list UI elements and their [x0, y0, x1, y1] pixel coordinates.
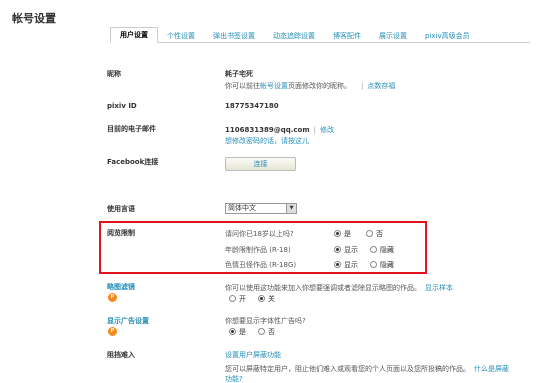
- r18g-show-radio[interactable]: [334, 261, 341, 268]
- language-select[interactable]: 简体中文 ▼: [225, 203, 297, 214]
- ad-no-label: 否: [268, 328, 275, 336]
- show-sample-link[interactable]: 显示样本: [425, 284, 453, 292]
- email-label: 目前的电子邮件: [107, 125, 156, 133]
- tab-popup-bookmark[interactable]: 弹出书签设置: [204, 29, 264, 43]
- account-settings-link[interactable]: 帐号设置: [260, 82, 288, 90]
- premium-badge-icon: P: [108, 327, 117, 336]
- r18g-hide-label: 隐藏: [380, 261, 394, 269]
- adult-no-radio[interactable]: [366, 230, 373, 237]
- nickname-hint-suffix: 页面修改你的昵称。: [288, 82, 351, 90]
- register-points-link[interactable]: 点数存福: [367, 82, 395, 90]
- r18-hide-option[interactable]: 隐藏: [370, 245, 394, 255]
- block-users-setup-link[interactable]: 设置用户屏蔽功能: [225, 350, 281, 360]
- email-edit-link[interactable]: 修改: [320, 126, 334, 134]
- change-password-link[interactable]: 想修改密码的话，请按这儿: [225, 136, 309, 146]
- filter-off-radio[interactable]: [258, 295, 265, 302]
- r18-show-option[interactable]: 显示: [334, 245, 358, 255]
- nickname-value: 耗子宅死: [225, 70, 253, 78]
- tab-personal-settings[interactable]: 个性设置: [158, 29, 204, 43]
- adult-no-option[interactable]: 否: [366, 229, 383, 239]
- block-users-text: 您可以屏蔽特定用户，阻止他们难入或观看您的个人页面以及您所投稿的作品。 什么是屏蔽: [225, 364, 509, 374]
- language-selected-value: 简体中文: [228, 204, 256, 212]
- thumbnail-filter-desc: 你可以使用这功能来加入你想要强调或者滤除显示略图的作品。: [225, 284, 421, 292]
- r18g-question: 色情丑怪作品 (R-18G): [225, 261, 297, 269]
- block-users-desc: 您可以屏蔽特定用户，阻止他们难入或观看您的个人页面以及您所投稿的作品。: [225, 365, 470, 373]
- r18-hide-label: 隐藏: [380, 246, 394, 254]
- content-restriction-label: 阅览限制: [107, 229, 135, 237]
- premium-badge-icon: P: [108, 293, 117, 302]
- nickname-hint-prefix: 你可以前往: [225, 82, 260, 90]
- email-separator: |: [313, 126, 316, 134]
- adult-yes-option[interactable]: 是: [334, 229, 351, 239]
- filter-on-option[interactable]: 开: [229, 294, 246, 304]
- block-users-label: 阻挡难入: [107, 351, 135, 359]
- pixiv-id-label: pixiv ID: [107, 102, 137, 110]
- language-label: 使用言语: [107, 205, 135, 213]
- adult-question: 请问你已18岁以上吗?: [225, 230, 294, 238]
- r18-question: 年龄限制作品 (R-18): [225, 246, 291, 254]
- filter-on-label: 开: [239, 295, 246, 303]
- tab-user-settings[interactable]: 用户设置: [110, 27, 158, 43]
- nickname-separator: |: [361, 82, 364, 90]
- filter-on-radio[interactable]: [229, 295, 236, 302]
- r18g-show-label: 显示: [344, 261, 358, 269]
- r18g-hide-option[interactable]: 隐藏: [370, 260, 394, 270]
- ad-display-text: 你想要显示字体性广告吗?: [225, 317, 306, 325]
- adult-yes-label: 是: [344, 230, 351, 238]
- page-title: 帐号设置: [12, 12, 56, 25]
- what-is-block-link[interactable]: 什么是屏蔽: [474, 365, 509, 373]
- r18-show-radio[interactable]: [334, 246, 341, 253]
- ad-no-radio[interactable]: [258, 328, 265, 335]
- r18g-show-option[interactable]: 显示: [334, 260, 358, 270]
- chevron-down-icon[interactable]: ▼: [286, 204, 296, 213]
- filter-off-option[interactable]: 关: [258, 294, 275, 304]
- what-is-block-link-2[interactable]: 功能?: [225, 374, 243, 383]
- thumbnail-filter-text: 你可以使用这功能来加入你想要强调或者滤除显示略图的作品。 显示样本: [225, 283, 453, 293]
- ad-display-label[interactable]: 显示广告设置: [107, 316, 149, 326]
- email-value: 1106831389@qq.com: [225, 126, 310, 134]
- ad-yes-option[interactable]: 是: [229, 327, 246, 337]
- tab-activity-tracking[interactable]: 动态追踪设置: [264, 29, 324, 43]
- nickname-hint: 你可以前往帐号设置页面修改你的昵称。 | 点数存福: [225, 81, 395, 91]
- adult-no-label: 否: [376, 230, 383, 238]
- ad-no-option[interactable]: 否: [258, 327, 275, 337]
- tabs-divider: [110, 42, 530, 43]
- settings-tabs: 用户设置 个性设置 弹出书签设置 动态追踪设置 博客配件 展示设置 pixiv高…: [110, 27, 479, 43]
- ad-yes-radio[interactable]: [229, 328, 236, 335]
- r18-show-label: 显示: [344, 246, 358, 254]
- filter-off-label: 关: [268, 295, 275, 303]
- tab-pixiv-premium[interactable]: pixiv高级会员: [416, 29, 479, 43]
- email-row: 1106831389@qq.com | 修改: [225, 125, 334, 135]
- tab-blog-parts[interactable]: 博客配件: [324, 29, 370, 43]
- r18g-hide-radio[interactable]: [370, 261, 377, 268]
- r18-hide-radio[interactable]: [370, 246, 377, 253]
- pixiv-id-value: 18775347180: [225, 102, 279, 110]
- nickname-label: 昵称: [107, 70, 121, 78]
- facebook-connect-button[interactable]: 连接: [225, 157, 296, 171]
- facebook-label: Facebook连接: [107, 158, 159, 166]
- thumbnail-filter-label[interactable]: 略图滤镜: [107, 282, 135, 292]
- ad-yes-label: 是: [239, 328, 246, 336]
- tab-display-settings[interactable]: 展示设置: [370, 29, 416, 43]
- adult-yes-radio[interactable]: [334, 230, 341, 237]
